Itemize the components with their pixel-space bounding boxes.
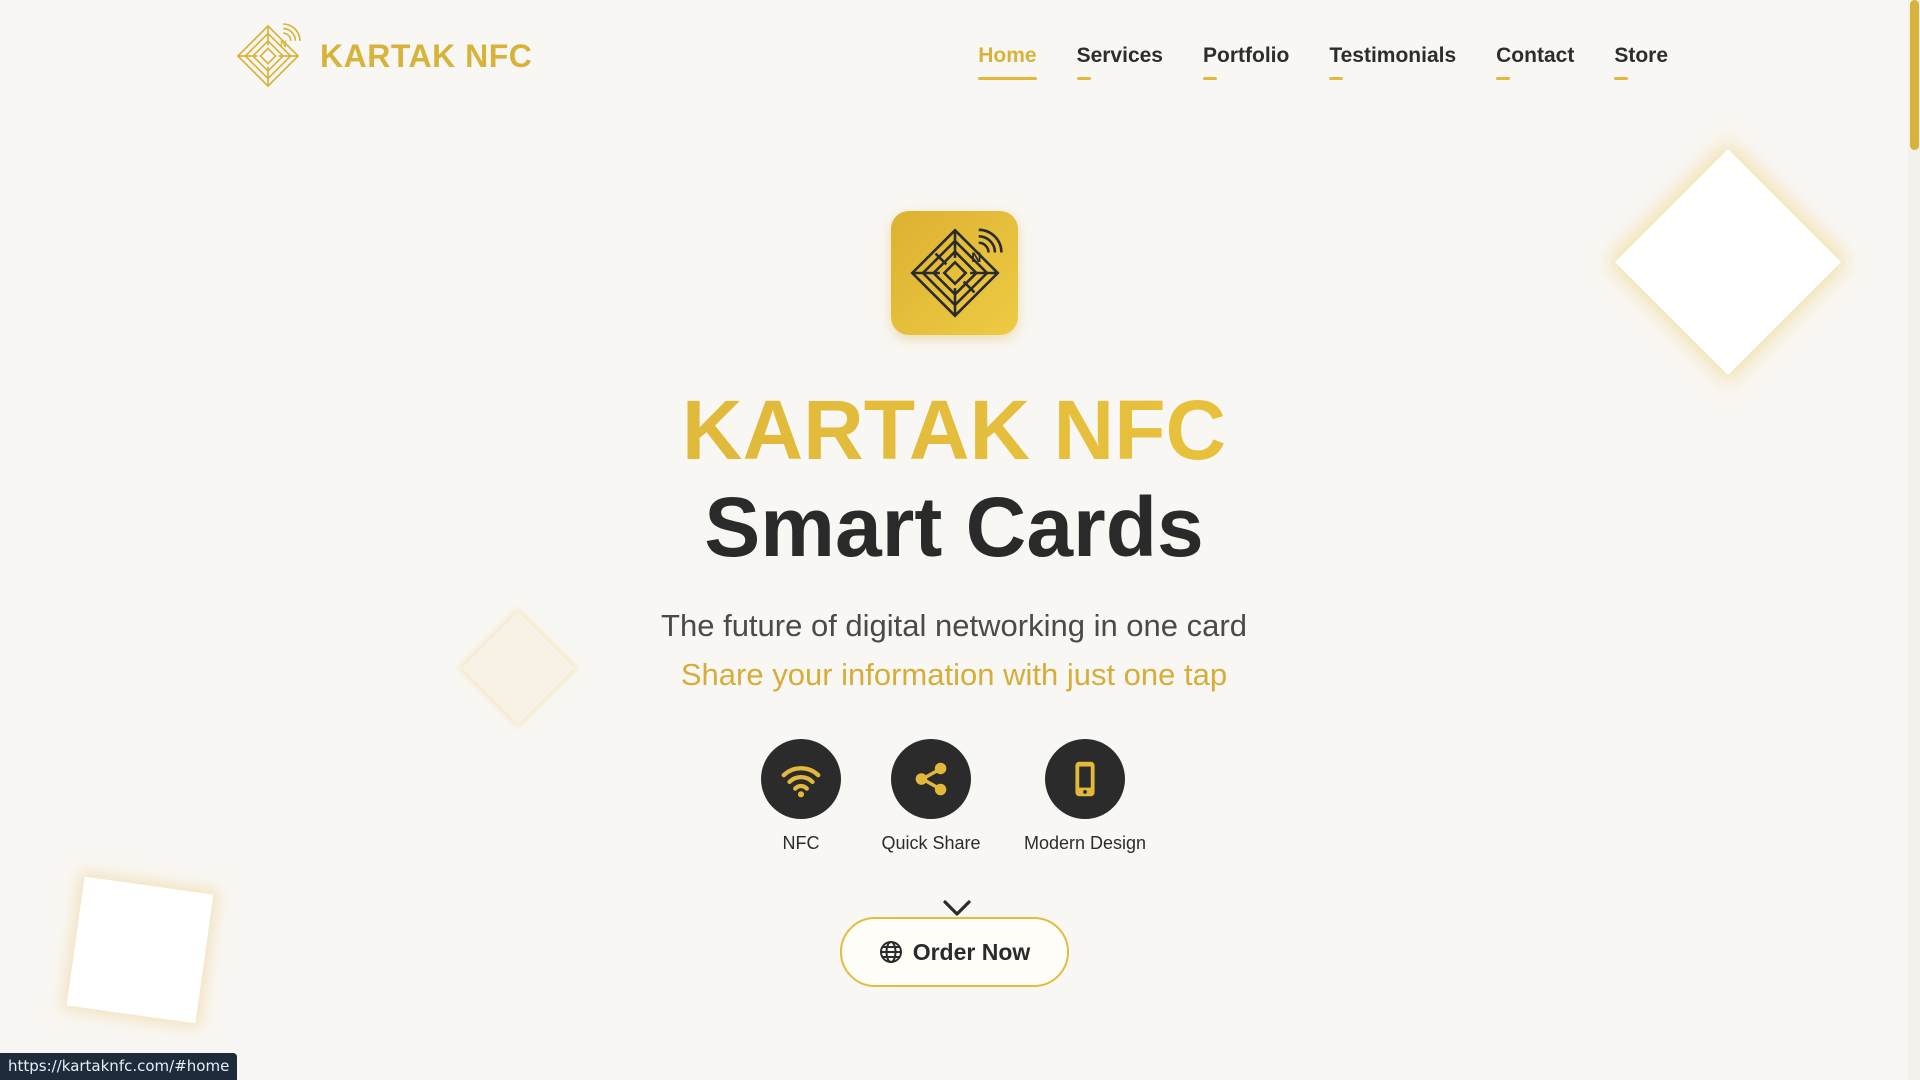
wifi-icon (781, 766, 821, 798)
hero-tagline-secondary: Share your information with just one tap (680, 657, 1228, 692)
hero-title: KARTAK NFC (0, 388, 1908, 472)
nfc-chip-icon: N (909, 228, 1003, 318)
mobile-icon (1075, 761, 1095, 797)
status-bar-url: https://kartaknfc.com/#home (0, 1053, 238, 1080)
hero-tagline: The future of digital networking in one … (661, 608, 1247, 643)
nav-item-home[interactable]: Home (978, 44, 1037, 80)
feature-design-label: Modern Design (1023, 833, 1147, 853)
order-now-label: Order Now (912, 938, 1031, 965)
decorative-diamond-right (1614, 148, 1842, 376)
share-icon (915, 762, 947, 796)
order-now-button[interactable]: Order Now (840, 917, 1069, 987)
logo-text: KARTAK NFC (320, 37, 533, 74)
decorative-square-left (66, 876, 214, 1024)
feature-share-label: Quick Share (881, 833, 981, 853)
hero-logo-badge: N (891, 211, 1018, 335)
nav-item-testimonials[interactable]: Testimonials (1329, 44, 1456, 80)
nav-item-contact[interactable]: Contact (1496, 44, 1574, 80)
svg-text:N: N (971, 249, 981, 265)
feature-modern-design: Modern Design (995, 739, 1175, 854)
hero-subtitle: Smart Cards (704, 480, 1204, 574)
feature-quick-share: Quick Share (851, 739, 1011, 854)
globe-icon (879, 941, 902, 963)
svg-text:N: N (280, 39, 287, 49)
nav-item-services[interactable]: Services (1076, 44, 1163, 80)
page-scrollbar[interactable] (1908, 0, 1920, 1080)
scrollbar-thumb[interactable] (1910, 0, 1919, 150)
main-nav: Home Services Portfolio Testimonials Con… (978, 44, 1668, 80)
page: N KARTAK NFC Home Services Portfolio Tes… (0, 0, 1920, 1080)
feature-nfc-circle (761, 739, 841, 819)
nav-item-store[interactable]: Store (1614, 44, 1668, 80)
kartak-logo-icon: N (236, 23, 301, 88)
chevron-down-icon[interactable] (941, 898, 973, 918)
feature-design-circle (1045, 739, 1125, 819)
feature-share-circle (891, 739, 971, 819)
logo-link[interactable]: N KARTAK NFC (230, 18, 532, 94)
site-header: N KARTAK NFC Home Services Portfolio Tes… (0, 0, 1908, 115)
nav-item-portfolio[interactable]: Portfolio (1203, 44, 1289, 80)
